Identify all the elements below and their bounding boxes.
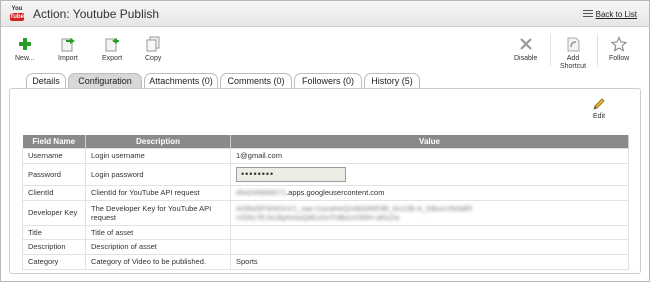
toolbar-divider — [550, 34, 551, 66]
field-name-cell: Password — [22, 162, 86, 186]
value-cell — [230, 238, 629, 255]
follow-button[interactable]: Follow — [609, 36, 629, 63]
field-name-cell: Category — [22, 253, 86, 270]
x-icon — [518, 36, 534, 52]
clientid-suffix: .apps.googleusercontent.com — [286, 188, 385, 197]
add-shortcut-label: Add Shortcut — [559, 55, 587, 70]
redacted-value: AI39si5P3HrDnV1_vae-i1ocaHeQnrBd3RE9B_6n… — [236, 203, 472, 222]
list-icon[interactable] — [583, 10, 593, 19]
value-cell: Sports — [230, 253, 629, 270]
column-header: Description — [85, 135, 231, 148]
value-cell: 1@gmail.com — [230, 147, 629, 164]
copy-button[interactable]: Copy — [145, 36, 161, 63]
tab-details[interactable]: Details — [26, 73, 66, 89]
description-cell: ClientId for YouTube API request — [85, 184, 231, 201]
value-cell — [230, 224, 629, 240]
table-row: ClientId ClientId for YouTube API reques… — [22, 184, 629, 201]
tab-comments[interactable]: Comments (0) — [220, 73, 292, 89]
description-cell: Login username — [85, 147, 231, 164]
page-title: Action: Youtube Publish — [33, 7, 160, 21]
copy-label: Copy — [145, 55, 162, 62]
field-name-cell: Title — [22, 224, 86, 240]
follow-label: Follow — [609, 55, 630, 62]
import-button[interactable]: Import — [58, 36, 78, 63]
import-icon — [60, 36, 76, 52]
tab-attachments[interactable]: Attachments (0) — [144, 73, 218, 89]
star-icon — [610, 36, 628, 52]
configuration-table: Field Name Description Value Username Lo… — [22, 135, 629, 270]
add-shortcut-button[interactable]: Add Shortcut — [556, 36, 590, 71]
tab-configuration[interactable]: Configuration — [68, 73, 142, 89]
tab-followers[interactable]: Followers (0) — [294, 73, 362, 89]
export-button[interactable]: Export — [102, 36, 122, 63]
table-row: Username Login username 1@gmail.com — [22, 147, 629, 164]
logo-you-text: You — [11, 6, 23, 12]
disable-button[interactable]: Disable — [514, 36, 537, 63]
password-field[interactable]: •••••••• — [236, 166, 346, 182]
toolbar-divider — [597, 34, 598, 66]
value-cell: AI39si5P3HrDnV1_vae-i1ocaHeQnrBd3RE9B_6n… — [230, 199, 629, 226]
pencil-icon — [592, 97, 606, 111]
description-cell: Description of asset — [85, 238, 231, 255]
title-bar: You Tube Action: Youtube Publish Back to… — [1, 1, 649, 27]
edit-label: Edit — [592, 113, 606, 120]
description-cell: Login password — [85, 162, 231, 186]
column-header: Field Name — [22, 135, 86, 148]
new-label: New... — [15, 55, 35, 62]
import-label: Import — [58, 55, 78, 62]
value-cell: •••••••• — [230, 162, 629, 186]
table-row: Password Login password •••••••• — [22, 162, 629, 186]
toolbar: New... Import Export Copy Disable Add Sh… — [1, 28, 649, 70]
edit-button[interactable]: Edit — [592, 97, 606, 120]
table-header-row: Field Name Description Value — [22, 135, 629, 148]
field-name-cell: ClientId — [22, 184, 86, 201]
field-name-cell: Description — [22, 238, 86, 255]
window-frame: You Tube Action: Youtube Publish Back to… — [0, 0, 650, 282]
table-row: Description Description of asset — [22, 238, 629, 255]
new-button[interactable]: New... — [15, 36, 34, 63]
export-label: Export — [102, 55, 123, 62]
tab-history[interactable]: History (5) — [364, 73, 420, 89]
table-row: Developer Key The Developer Key for YouT… — [22, 199, 629, 226]
back-to-list-link[interactable]: Back to List — [596, 10, 637, 19]
table-row: Title Title of asset — [22, 224, 629, 240]
logo-tube-text: Tube — [10, 13, 24, 21]
youtube-logo-icon: You Tube — [9, 6, 25, 22]
field-name-cell: Username — [22, 147, 86, 164]
shortcut-icon — [565, 36, 581, 52]
disable-label: Disable — [514, 55, 538, 62]
redacted-value: 464245668571 — [236, 188, 287, 197]
export-icon — [104, 36, 120, 52]
copy-icon — [145, 36, 161, 52]
description-cell: The Developer Key for YouTube API reques… — [85, 199, 231, 226]
plus-icon — [17, 36, 33, 52]
description-cell: Title of asset — [85, 224, 231, 240]
description-cell: Category of Video to be published. — [85, 253, 231, 270]
value-cell: 464245668571.apps.googleusercontent.com — [230, 184, 629, 201]
column-header: Value — [230, 135, 629, 148]
field-name-cell: Developer Key — [22, 199, 86, 226]
table-row: Category Category of Video to be publish… — [22, 253, 629, 270]
